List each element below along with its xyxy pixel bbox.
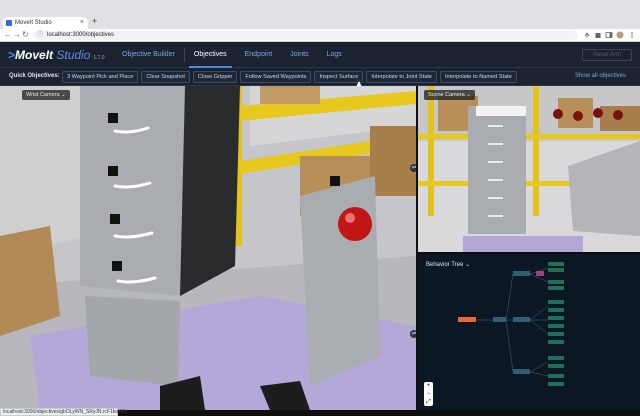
bt-leaf-node[interactable] bbox=[548, 382, 564, 386]
show-all-objectives-link[interactable]: Show all objectives bbox=[575, 73, 626, 79]
objective-interpolate-named-state-button[interactable]: Interpolate to Named State bbox=[439, 71, 517, 83]
bt-leaf-node[interactable] bbox=[548, 316, 564, 320]
browser-tabstrip: MoveIt Studio × + bbox=[0, 0, 640, 29]
chevron-down-icon: ⌄ bbox=[466, 92, 471, 98]
wrist-camera-render bbox=[0, 86, 416, 410]
bt-leaf-node[interactable] bbox=[548, 356, 564, 360]
nav-endpoint[interactable]: Endpoint bbox=[236, 42, 282, 68]
forward-icon[interactable]: → bbox=[13, 30, 21, 39]
scene-camera-viewport[interactable]: Scene Camera ⌄ bbox=[416, 86, 640, 252]
bt-node[interactable] bbox=[513, 317, 530, 322]
nav-logs[interactable]: Logs bbox=[318, 42, 351, 68]
fit-view-button[interactable]: ⤢ bbox=[424, 398, 433, 406]
bt-leaf-node[interactable] bbox=[548, 300, 564, 304]
wrist-camera-selector[interactable]: Wrist Camera ⌄ bbox=[22, 90, 70, 100]
bt-node[interactable] bbox=[493, 317, 506, 322]
bt-leaf-node[interactable] bbox=[548, 308, 564, 312]
scene-camera-render bbox=[418, 86, 640, 252]
bt-leaf-node[interactable] bbox=[548, 332, 564, 336]
address-bar[interactable]: ⓘ localhost:3000/objectives bbox=[33, 31, 578, 40]
share-icon[interactable] bbox=[583, 31, 591, 39]
bt-leaf-node[interactable] bbox=[548, 262, 564, 266]
wrist-camera-label: Wrist Camera bbox=[26, 92, 60, 98]
reload-icon[interactable]: ↻ bbox=[22, 30, 29, 39]
quick-objectives-label: Quick Objectives: bbox=[9, 73, 60, 79]
browser-menu-icon[interactable] bbox=[628, 31, 636, 39]
app-header: >MoveIt Studio 1.7.0 Objective Builder Ob… bbox=[0, 42, 640, 68]
quick-objectives-bar: Quick Objectives: 3 Waypoint Pick and Pl… bbox=[0, 68, 640, 86]
address-bar-url: localhost:3000/objectives bbox=[47, 32, 115, 38]
new-tab-button[interactable]: + bbox=[92, 16, 97, 26]
tab-close-icon[interactable]: × bbox=[80, 19, 84, 26]
moveit-favicon-icon bbox=[6, 20, 12, 26]
nav-joints[interactable]: Joints bbox=[281, 42, 317, 68]
side-panels: Scene Camera ⌄ Behavior Tree ⌄ + − ⤢ bbox=[416, 86, 640, 410]
reset-arm-button[interactable]: Reset Arm bbox=[582, 49, 632, 61]
zoom-in-button[interactable]: + bbox=[424, 382, 433, 390]
browser-tab-title: MoveIt Studio bbox=[15, 20, 52, 26]
bt-leaf-node[interactable] bbox=[548, 268, 564, 272]
wrist-camera-viewport[interactable]: Wrist Camera ⌄ ⇄ ⇄ bbox=[0, 86, 416, 410]
objective-close-gripper-button[interactable]: Close Gripper bbox=[192, 71, 238, 83]
bt-leaf-node[interactable] bbox=[548, 340, 564, 344]
objective-clear-snapshot-button[interactable]: Clear Snapshot bbox=[141, 71, 190, 83]
zoom-out-button[interactable]: − bbox=[424, 390, 433, 398]
moveit-studio-logo[interactable]: >MoveIt Studio 1.7.0 bbox=[8, 48, 105, 62]
behavior-tree-graph[interactable] bbox=[418, 254, 640, 412]
extensions-icon[interactable] bbox=[594, 31, 602, 39]
logo-moveit: MoveIt bbox=[15, 48, 54, 62]
objective-follow-saved-waypoints-button[interactable]: Follow Saved Waypoints bbox=[240, 71, 312, 83]
chevron-down-icon: ⌄ bbox=[61, 92, 66, 98]
bt-root-node[interactable] bbox=[458, 317, 476, 322]
sidebar-icon[interactable] bbox=[605, 31, 613, 39]
logo-chevron: > bbox=[8, 48, 16, 62]
objective-3-waypoint-pick-place-button[interactable]: 3 Waypoint Pick and Place bbox=[62, 71, 139, 83]
nav-objectives[interactable]: Objectives bbox=[185, 42, 236, 68]
behavior-tree-panel[interactable]: Behavior Tree ⌄ + − ⤢ bbox=[416, 252, 640, 410]
bt-leaf-node[interactable] bbox=[548, 364, 564, 368]
main-nav: Objective Builder Objectives Endpoint Jo… bbox=[113, 42, 351, 68]
profile-avatar-icon[interactable] bbox=[616, 31, 624, 39]
browser-toolbar: ← → ↻ ⓘ localhost:3000/objectives bbox=[0, 29, 640, 42]
app-version: 1.7.0 bbox=[93, 55, 105, 61]
bt-leaf-node[interactable] bbox=[548, 280, 564, 284]
bt-leaf-node[interactable] bbox=[548, 374, 564, 378]
objective-interpolate-joint-state-button[interactable]: Interpolate to Joint State bbox=[366, 71, 437, 83]
browser-status-url: localhost:3000/objectives/gbOLyWN_SRyJN.… bbox=[0, 408, 126, 416]
bt-node[interactable] bbox=[536, 271, 544, 276]
logo-studio: Studio bbox=[53, 48, 91, 62]
bt-leaf-node[interactable] bbox=[548, 286, 564, 290]
scene-camera-selector[interactable]: Scene Camera ⌄ bbox=[424, 90, 475, 100]
info-icon[interactable]: ⓘ bbox=[37, 31, 43, 40]
scene-camera-label: Scene Camera bbox=[428, 92, 465, 98]
nav-objective-builder[interactable]: Objective Builder bbox=[113, 42, 184, 68]
bt-leaf-node[interactable] bbox=[548, 324, 564, 328]
bt-node[interactable] bbox=[513, 369, 530, 374]
zoom-controls: + − ⤢ bbox=[424, 382, 433, 406]
browser-tab[interactable]: MoveIt Studio × bbox=[3, 17, 88, 29]
back-icon[interactable]: ← bbox=[4, 30, 12, 39]
bt-node[interactable] bbox=[513, 271, 530, 276]
